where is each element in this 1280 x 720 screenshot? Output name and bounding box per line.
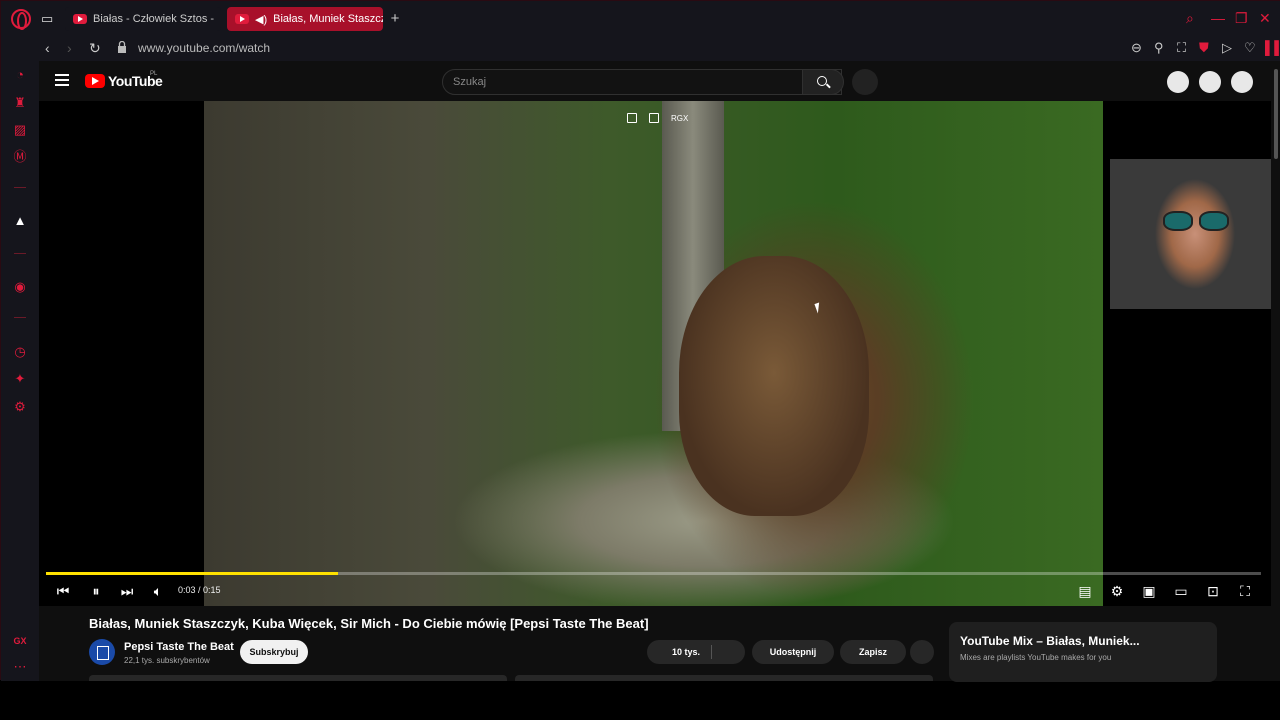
tab-label: Białas - Człowiek Sztos - (93, 13, 215, 25)
extensions-icon[interactable]: ✦ (12, 371, 28, 387)
subtitles-icon[interactable]: ▤ (1075, 582, 1095, 600)
speaker-icon[interactable]: ◀) (255, 13, 267, 26)
tab-switcher-icon[interactable]: ▭ (41, 11, 59, 27)
previous-icon[interactable]: ⏮ (53, 582, 73, 600)
aria-icon[interactable]: ▲ (12, 213, 28, 229)
fullscreen-icon[interactable]: ⛶ (1235, 582, 1255, 600)
url-field[interactable]: www.youtube.com/watch (138, 41, 270, 55)
cast-icon[interactable]: ⊡ (1203, 582, 1223, 600)
settings-gear-icon[interactable]: ⚙ (1107, 582, 1127, 600)
youtube-favicon-icon (235, 14, 249, 24)
share-button[interactable]: Udostępnij (752, 640, 834, 664)
next-icon[interactable]: ⏭ (117, 582, 137, 600)
tab-bar: ▭ Białas - Człowiek Sztos - ◀) Białas, M… (1, 1, 1280, 37)
youtube-mix-card[interactable]: YouTube Mix – Białas, Muniek... Mixes ar… (949, 622, 1217, 682)
mix-subtitle: Mixes are playlists YouTube makes for yo… (960, 653, 1112, 662)
theater-mode-icon[interactable]: ▭ (1171, 582, 1191, 600)
video-beaver (679, 256, 869, 516)
youtube-page: YouTube PL Szukaj RGX ⏮ ⏸ ⏭ 🔈︎ 0:03 / 0:… (39, 61, 1280, 682)
hamburger-menu-icon[interactable] (55, 74, 69, 86)
zoom-icon[interactable]: ⊖ (1131, 40, 1142, 56)
lock-icon (118, 41, 126, 53)
progress-played (46, 572, 338, 575)
webcam-face (1163, 211, 1231, 233)
rgx-label[interactable]: RGX (671, 114, 688, 123)
voice-search-button[interactable] (852, 69, 878, 95)
sidebar-divider (14, 253, 26, 254)
page-scrollbar[interactable] (1271, 61, 1280, 681)
youtube-region-label: PL (150, 71, 158, 77)
youtube-header: YouTube PL Szukaj (39, 61, 1271, 101)
share-send-icon[interactable]: ▷ (1222, 40, 1232, 56)
heart-icon[interactable]: ♡ (1244, 40, 1256, 56)
messenger-icon[interactable]: Ⓜ (12, 149, 28, 165)
enter-icon[interactable] (649, 113, 659, 123)
browser-window: ▭ Białas - Człowiek Sztos - ◀) Białas, M… (0, 0, 1280, 682)
twitch-icon[interactable]: ▨ (12, 122, 28, 138)
avatar[interactable] (1231, 71, 1253, 93)
search-input[interactable]: Szukaj (442, 69, 842, 95)
adblock-shield-icon[interactable]: ⛊ (1199, 40, 1209, 56)
like-dislike-divider (711, 645, 712, 659)
comment-box[interactable] (515, 675, 933, 681)
history-icon[interactable]: ◷ (12, 344, 28, 360)
restore-icon[interactable]: ❐ (1235, 10, 1248, 27)
video-overlay-controls: RGX (627, 113, 688, 123)
opera-gx-sidebar: ◔ ♜ ▨ Ⓜ ▲ ◉ ◷ ✦ ⚙ GX ⋯ (1, 61, 39, 681)
opera-logo-icon[interactable] (11, 9, 31, 30)
channel-avatar[interactable] (89, 639, 115, 665)
create-button[interactable] (1167, 71, 1189, 93)
youtube-favicon-icon (73, 14, 87, 24)
like-button[interactable]: 10 tys. (647, 640, 745, 664)
search-tabs-icon[interactable]: ⌕ (1186, 10, 1194, 27)
sidebar-divider (14, 317, 26, 318)
menu-bars-icon[interactable]: ▌▌ (1265, 40, 1280, 55)
progress-bar[interactable] (46, 572, 1261, 575)
channel-name[interactable]: Pepsi Taste The Beat (124, 641, 234, 653)
pause-icon[interactable]: ⏸ (86, 582, 106, 600)
gx-corner-icon[interactable]: ♜ (12, 95, 28, 111)
like-count: 10 tys. (672, 647, 701, 657)
mix-title: YouTube Mix – Białas, Muniek... (960, 634, 1140, 648)
video-player[interactable]: RGX ⏮ ⏸ ⏭ 🔈︎ 0:03 / 0:15 ▤ ⚙ ▣ ▭ ⊡ ⛶ (39, 101, 1280, 606)
gx-label[interactable]: GX (12, 633, 28, 649)
search-placeholder: Szukaj (453, 76, 487, 88)
settings-gear-icon[interactable]: ⚙ (12, 399, 28, 415)
tab-bialas-muniek[interactable]: ◀) Białas, Muniek Staszczyk (227, 7, 383, 31)
subscribe-button[interactable]: Subskrybuj (240, 640, 308, 664)
youtube-play-logo-icon (85, 74, 105, 88)
back-icon[interactable]: ‹ (45, 40, 50, 56)
tab-bialas-czlowiek-sztos[interactable]: Białas - Człowiek Sztos - (65, 7, 221, 31)
forward-icon[interactable]: › (67, 40, 72, 56)
notifications-button[interactable] (1199, 71, 1221, 93)
webcam-overlay (1110, 159, 1280, 309)
new-tab-button[interactable]: + (387, 10, 403, 28)
minimize-icon[interactable]: — (1211, 10, 1225, 26)
video-title: Białas, Muniek Staszczyk, Kuba Więcek, S… (89, 616, 649, 631)
video-frame[interactable] (204, 101, 1103, 606)
reload-icon[interactable]: ↻ (89, 40, 101, 57)
time-display: 0:03 / 0:15 (178, 585, 221, 595)
gx-control-icon[interactable]: ◔ (12, 67, 28, 83)
scrollbar-thumb[interactable] (1274, 69, 1278, 159)
save-button[interactable]: Zapisz (840, 640, 906, 664)
more-dots-icon[interactable]: ⋯ (12, 659, 28, 675)
search-icon (817, 76, 827, 86)
address-bar: ‹ › ↻ www.youtube.com/watch ⊖ ⚲ ⛶ ⛊ ▷ ♡ … (1, 37, 1280, 61)
more-actions-button[interactable] (910, 640, 934, 664)
popout-icon[interactable] (627, 113, 637, 123)
channel-subscribers: 22,1 tys. subskrybentów (124, 656, 210, 665)
tab-label: Białas, Muniek Staszczyk (273, 13, 383, 25)
volume-icon[interactable]: 🔈︎ (148, 582, 168, 600)
search-button[interactable] (802, 69, 844, 95)
miniplayer-icon[interactable]: ▣ (1139, 582, 1159, 600)
pin-icon[interactable]: ⚲ (1154, 40, 1164, 56)
snapshot-icon[interactable]: ⛶ (1177, 40, 1186, 56)
sidebar-divider (14, 187, 26, 188)
description-box[interactable] (89, 675, 507, 681)
close-icon[interactable]: ✕ (1259, 10, 1271, 27)
player-icon[interactable]: ◉ (12, 279, 28, 295)
